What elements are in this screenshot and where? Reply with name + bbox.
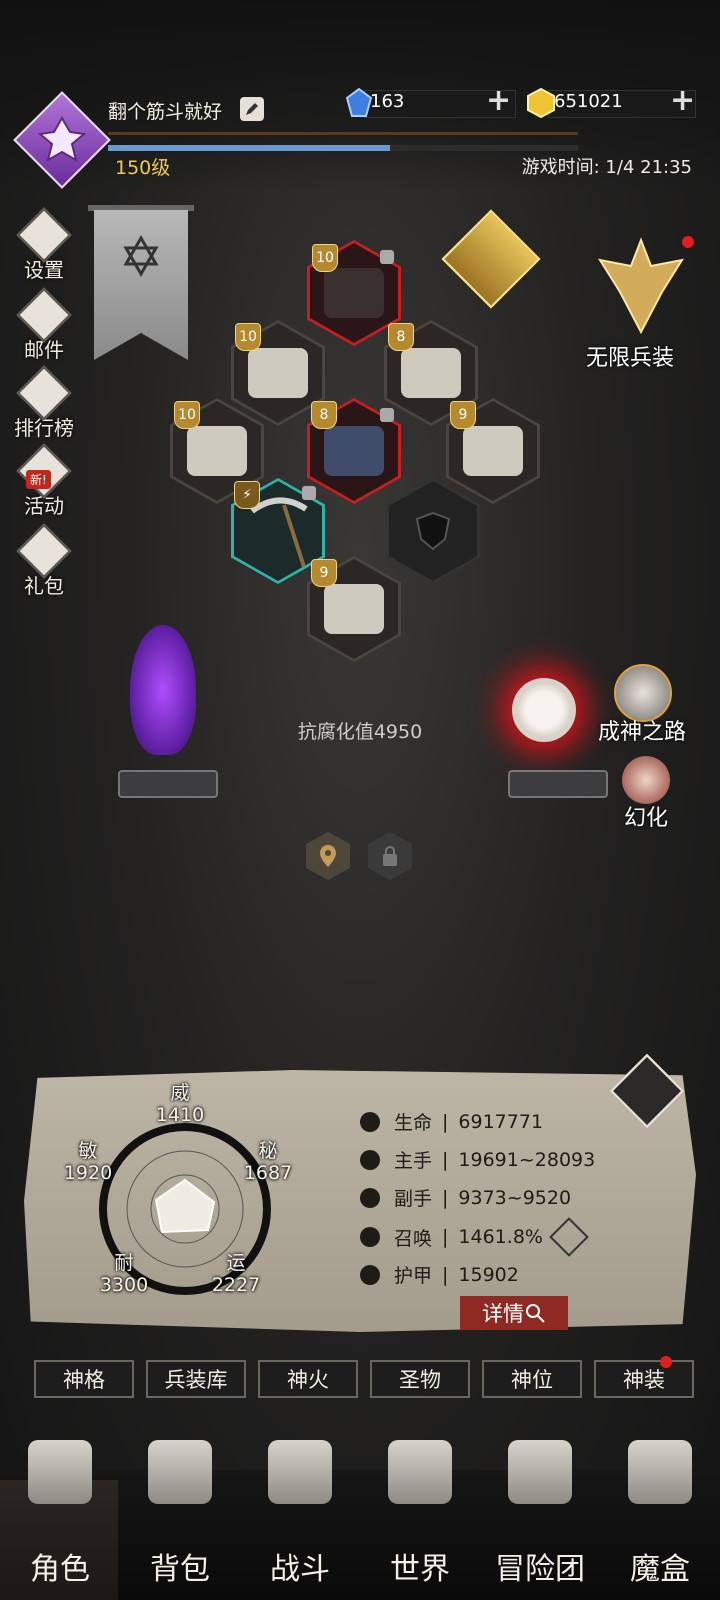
nav-battle[interactable]: 战斗 [240,1440,360,1588]
armor-item-icon [324,426,384,476]
nav-adventure-team[interactable]: 冒险团 [480,1440,600,1588]
xp-bar-fill [108,145,390,151]
radar-yun: 运 2227 [211,1252,261,1296]
boots-level: 9 [311,559,337,587]
edit-name-icon[interactable] [240,97,264,121]
bracer-level: 10 [235,323,261,351]
tab-armory[interactable]: 兵装库 [146,1360,246,1398]
infinite-gear-label[interactable]: 无限兵装 [586,340,674,372]
stat-armor: 护甲 | 15902 [360,1261,519,1288]
right-pedestal [508,770,608,798]
tab-divine-fire[interactable]: 神火 [258,1360,358,1398]
purple-flame-icon[interactable] [130,625,196,755]
radar-mi: 秘 1687 [243,1140,293,1184]
dagger-icon [360,1187,380,1208]
guild-banner[interactable] [94,210,188,360]
side-item-mail[interactable]: 邮件 [6,287,82,363]
red-orb-icon[interactable] [512,678,576,742]
notification-dot [660,1356,672,1368]
nav-world[interactable]: 世界 [360,1440,480,1588]
sword-icon [360,1149,380,1170]
emblem-icon [14,92,110,188]
stat-summon: 召唤 | 1461.8% [360,1217,589,1257]
radar-polygon [154,1178,216,1234]
ring-item-icon [401,348,461,398]
armor-level: 8 [311,401,337,429]
lock-icon [383,846,397,866]
helmet-icon [28,1440,92,1504]
magnifier-icon [526,1304,545,1323]
xp-bar-top [108,132,578,135]
lock-icon [302,486,316,500]
summon-icon [360,1227,380,1247]
bracer-item-icon [248,348,308,398]
belt-level: 10 [174,401,200,429]
notification-dot [682,236,694,248]
new-badge: 新! [26,470,51,489]
map-pin-icon [320,845,336,867]
belt-item-icon [187,426,247,476]
hexagram-icon [123,234,159,278]
add-blue-gem-button[interactable]: + [486,86,511,116]
nav-backpack[interactable]: 背包 [120,1440,240,1588]
stat-main-hand: 主手 | 19691~28093 [360,1146,595,1173]
side-item-gift[interactable]: 礼包 [6,523,82,599]
map-scroll-icon [388,1440,452,1504]
tab-divine-gear[interactable]: 神装 [594,1360,694,1398]
add-gold-gem-button[interactable]: + [670,86,695,116]
side-item-ranking[interactable]: 排行榜 [6,365,82,441]
boots-item-icon [324,584,384,634]
cube-icon [628,1440,692,1504]
left-pedestal [118,770,218,798]
player-name: 翻个筋斗就好 [108,101,223,123]
lock-icon [380,408,394,422]
armor-icon [360,1264,380,1285]
anti-corruption-value: 抗腐化值4950 [297,721,423,743]
side-item-settings[interactable]: 设置 [6,207,82,283]
help-icon[interactable] [549,1217,589,1257]
tab-divine-rank[interactable]: 神位 [482,1360,582,1398]
weapon-lightning-icon: ⚡ [234,481,260,509]
path-to-god-label[interactable]: 成神之路 [598,714,686,746]
cape-item-icon [463,426,523,476]
nav-character[interactable]: 角色 [0,1440,120,1588]
radar-wei: 威 1410 [155,1082,205,1126]
location-pin-button[interactable] [306,832,350,880]
backpack-icon [148,1440,212,1504]
transform-label[interactable]: 幻化 [624,800,668,832]
nav-magic-box[interactable]: 魔盒 [600,1440,720,1588]
transform-icon[interactable] [622,756,670,804]
castle-icon [508,1440,572,1504]
cape-level: 9 [450,401,476,429]
player-level: 150级 [115,157,171,179]
game-time: 游戏时间: 1/4 21:35 [521,157,692,178]
radar-min: 敏 1920 [63,1140,113,1184]
locked-slot-button[interactable] [368,832,412,880]
blue-gem-count: 163 [370,91,405,112]
gold-gem-icon [526,87,556,119]
tab-shenge[interactable]: 神格 [34,1360,134,1398]
tab-relic[interactable]: 圣物 [370,1360,470,1398]
lock-icon [380,250,394,264]
radar-nai: 耐 3300 [99,1252,149,1296]
player-avatar[interactable]: 22 [13,91,126,290]
heart-icon [360,1111,380,1132]
lion-crest-icon[interactable] [441,209,541,309]
stat-hp: 生命 | 6917771 [360,1108,543,1135]
ring-level: 8 [388,323,414,351]
gold-gem-count: 651021 [554,91,623,112]
sword-shield-icon [268,1440,332,1504]
shield-icon [415,511,451,551]
infinite-gear-icon[interactable] [596,236,686,336]
helmet-level: 10 [312,244,338,272]
details-button[interactable]: 详情 [460,1296,568,1330]
helmet-item-icon [324,268,384,318]
stat-off-hand: 副手 | 9373~9520 [360,1184,571,1211]
